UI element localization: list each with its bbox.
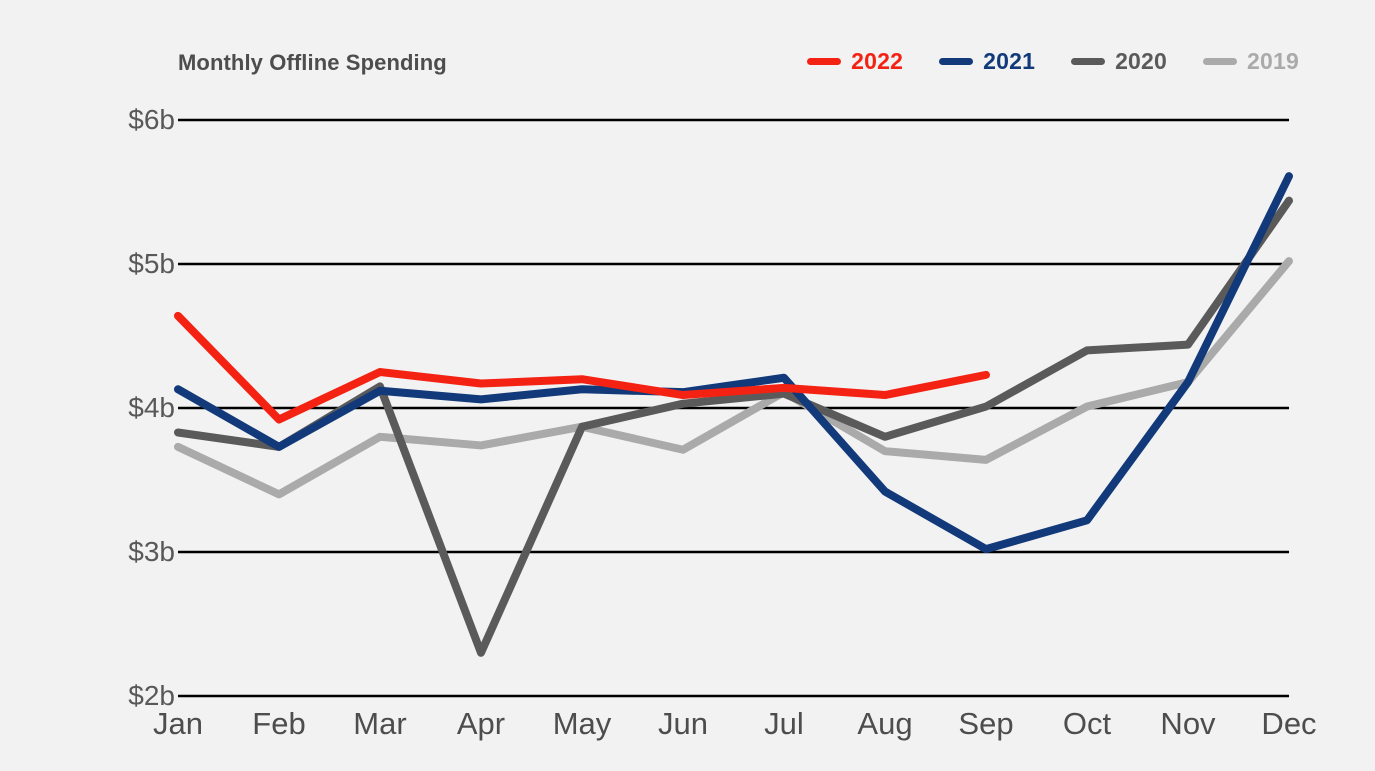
- y-tick-label: $6b: [128, 104, 175, 135]
- x-tick-label-May: May: [552, 706, 612, 741]
- x-tick-label-Apr: Apr: [456, 706, 506, 741]
- x-tick-label-Jun: Jun: [658, 706, 708, 741]
- x-tick-label-Feb: Feb: [252, 706, 306, 741]
- series-line-2019[interactable]: [174, 257, 1293, 499]
- y-tick-label: $4b: [128, 392, 175, 423]
- chart-container: Monthly Offline Spending 2022 2021 2020 201…: [0, 0, 1375, 771]
- series-lines: [174, 172, 1293, 657]
- x-tick-label-Oct: Oct: [1062, 706, 1112, 741]
- series-line-2021[interactable]: [174, 172, 1293, 554]
- y-tick-label: $3b: [128, 536, 175, 567]
- x-tick-label-Jan: Jan: [153, 706, 203, 741]
- x-tick-label-Aug: Aug: [857, 706, 913, 741]
- x-tick-label-Nov: Nov: [1160, 706, 1216, 741]
- x-tick-label-Dec: Dec: [1261, 706, 1317, 741]
- series-line-2020[interactable]: [174, 196, 1293, 657]
- y-tick-label: $5b: [128, 248, 175, 279]
- x-tick-label-Jul: Jul: [764, 706, 804, 741]
- x-tick-label-Mar: Mar: [353, 706, 407, 741]
- chart-plot-area: [174, 118, 1293, 698]
- x-tick-label-Sep: Sep: [958, 706, 1014, 741]
- series-line-2022[interactable]: [174, 311, 990, 424]
- x-axis-tick-labels: Jan Feb Mar Apr May Jun Jul Aug Sep Oct Nov Dec: [0, 706, 1375, 766]
- y-axis-tick-labels: $6b $5b $4b $3b $2b: [0, 0, 175, 771]
